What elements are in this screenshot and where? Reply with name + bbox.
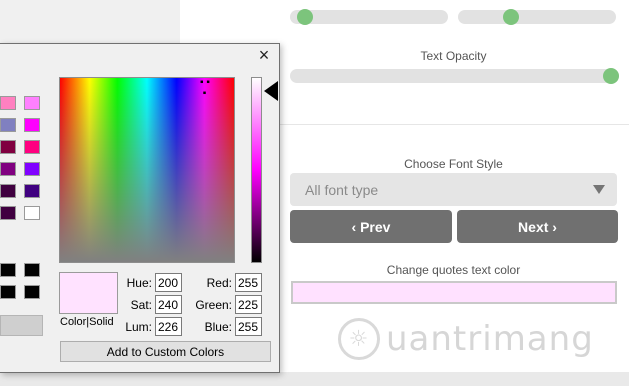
add-to-custom-colors-button[interactable]: Add to Custom Colors <box>60 341 271 362</box>
color-preview <box>59 272 118 314</box>
close-icon[interactable]: × <box>256 46 272 64</box>
lum-label: Lum: <box>125 320 152 334</box>
green-input[interactable] <box>235 295 262 314</box>
lum-input[interactable] <box>155 317 182 336</box>
color-swatch[interactable] <box>0 184 16 198</box>
luminosity-bar[interactable] <box>251 77 262 263</box>
watermark: ☼ uantrimang <box>338 318 594 360</box>
color-solid-label: Color|Solid <box>60 316 114 328</box>
crosshair-icon: ▪ ▪ ▪ <box>200 77 210 99</box>
red-input[interactable] <box>235 273 262 292</box>
quote-color-field[interactable] <box>291 281 617 304</box>
color-swatch[interactable] <box>0 285 16 299</box>
choose-font-style-label: Choose Font Style <box>404 157 503 171</box>
blue-input[interactable] <box>235 317 262 336</box>
text-opacity-label: Text Opacity <box>420 49 487 63</box>
color-swatch[interactable] <box>0 162 16 176</box>
color-swatch[interactable] <box>24 140 40 154</box>
hue-input[interactable] <box>155 273 182 292</box>
slider-thumb[interactable] <box>297 9 313 25</box>
slider-thumb[interactable] <box>603 68 619 84</box>
red-label: Red: <box>206 276 232 290</box>
color-swatch[interactable] <box>24 184 40 198</box>
top-left-slider[interactable] <box>290 9 448 25</box>
font-style-select[interactable]: All font type <box>290 173 617 206</box>
slider-thumb[interactable] <box>503 9 519 25</box>
dropdown-arrow-icon <box>593 185 605 194</box>
prev-button[interactable]: ‹ Prev <box>290 210 452 243</box>
color-swatch[interactable] <box>0 96 16 110</box>
font-select-value: All font type <box>305 182 379 198</box>
color-swatch[interactable] <box>24 263 40 277</box>
color-swatch[interactable] <box>24 96 40 110</box>
next-button[interactable]: Next › <box>457 210 618 243</box>
color-swatch[interactable] <box>24 285 40 299</box>
color-swatch[interactable] <box>0 140 16 154</box>
green-label: Green: <box>195 298 232 312</box>
hue-label: Hue: <box>126 276 152 290</box>
section-divider <box>279 124 629 125</box>
color-spectrum[interactable] <box>59 77 235 263</box>
color-swatch[interactable] <box>24 162 40 176</box>
watermark-logo-icon: ☼ <box>338 318 380 360</box>
top-right-slider[interactable] <box>458 9 616 25</box>
text-opacity-slider[interactable] <box>290 68 619 84</box>
luminosity-arrow-icon[interactable] <box>264 81 278 101</box>
watermark-text: uantrimang <box>386 319 594 359</box>
define-custom-colors-button[interactable] <box>0 315 43 336</box>
color-swatch[interactable] <box>0 118 16 132</box>
quote-color-label: Change quotes text color <box>386 263 521 277</box>
bottom-strip <box>0 372 629 386</box>
color-swatch[interactable] <box>24 206 40 220</box>
sat-input[interactable] <box>155 295 182 314</box>
sat-label: Sat: <box>130 298 152 312</box>
color-swatch[interactable] <box>24 118 40 132</box>
blue-label: Blue: <box>204 320 232 334</box>
color-swatch[interactable] <box>0 206 16 220</box>
color-swatch[interactable] <box>0 263 16 277</box>
